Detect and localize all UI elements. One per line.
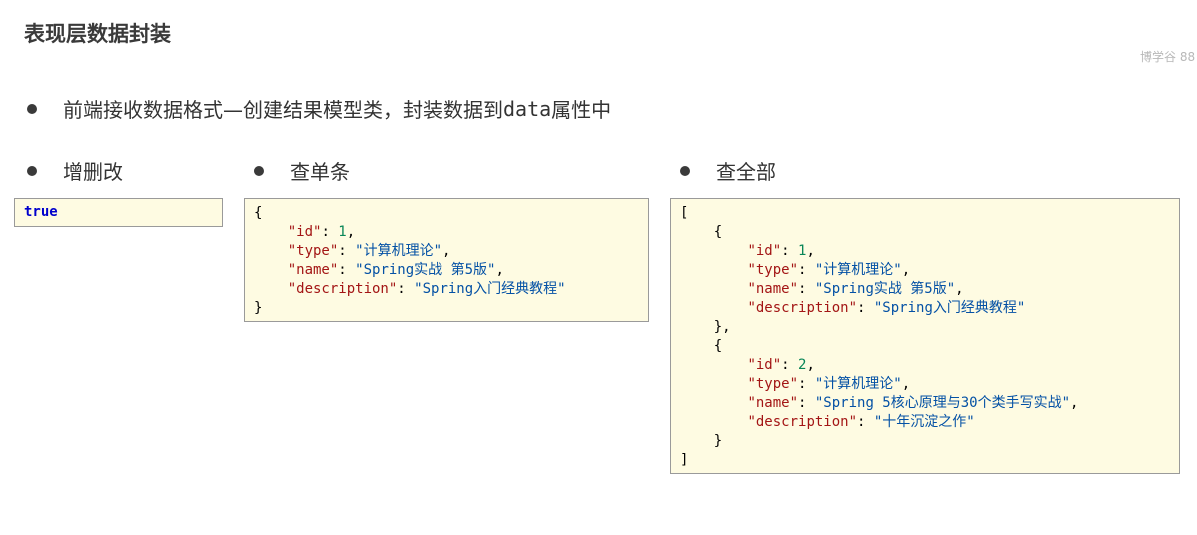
json-key: "description" <box>747 414 858 430</box>
single-field: "id": 1, <box>287 224 356 240</box>
json-value: "十年沉淀之作" <box>873 414 975 430</box>
bullet-dot-icon <box>254 165 264 176</box>
obj-close: }, <box>713 319 731 335</box>
heading-all: 查全部 <box>680 156 776 185</box>
heading-update-label: 增删改 <box>63 160 123 184</box>
obj-open: { <box>713 338 723 354</box>
single-field: "description": "Spring入门经典教程" <box>287 281 566 297</box>
bullet-dot-icon <box>27 103 37 114</box>
json-value: "Spring入门经典教程" <box>414 281 566 297</box>
update-code-box: true <box>14 198 223 227</box>
json-key: "id" <box>747 243 782 259</box>
json-value: "计算机理论" <box>814 376 902 392</box>
single-field: "type": "计算机理论", <box>287 243 451 259</box>
json-sep: , <box>901 376 911 392</box>
single-code-box: { "id": 1, "type": "计算机理论", "name": "Spr… <box>244 198 649 322</box>
intro-prefix: 前端接收数据格式—创建结果模型类，封装数据到 <box>63 98 503 122</box>
obj-close: } <box>713 433 723 449</box>
json-value: "Spring入门经典教程" <box>873 300 1026 316</box>
json-value: "计算机理论" <box>355 243 443 259</box>
all-field: "id": 1, <box>747 243 815 259</box>
heading-all-label: 查全部 <box>716 160 776 184</box>
json-key: "id" <box>287 224 322 240</box>
json-sep: , <box>346 224 356 240</box>
json-value: "Spring实战 第5版" <box>355 262 496 278</box>
all-close: ] <box>680 452 689 468</box>
all-field: "type": "计算机理论", <box>747 376 911 392</box>
json-key: "name" <box>747 395 799 411</box>
heading-single-label: 查单条 <box>290 160 350 184</box>
json-key: "type" <box>747 262 799 278</box>
json-sep: , <box>901 262 911 278</box>
page-title: 表现层数据封装 <box>24 22 171 46</box>
bullet-dot-icon <box>27 165 37 176</box>
obj-open: { <box>713 224 723 240</box>
single-field: "name": "Spring实战 第5版", <box>287 262 504 278</box>
bullet-dot-icon <box>680 165 690 176</box>
json-key: "name" <box>287 262 339 278</box>
json-value: "Spring 5核心原理与30个类手写实战" <box>814 395 1071 411</box>
all-field: "description": "十年沉淀之作" <box>747 414 975 430</box>
heading-single: 查单条 <box>254 156 350 185</box>
json-value: 1 <box>338 224 347 240</box>
all-field: "description": "Spring入门经典教程" <box>747 300 1026 316</box>
intro-line: 前端接收数据格式—创建结果模型类，封装数据到 data 属性中 <box>27 94 611 123</box>
heading-update: 增删改 <box>27 156 123 185</box>
all-field: "name": "Spring 5核心原理与30个类手写实战", <box>747 395 1079 411</box>
watermark: 博学谷 88 <box>1140 50 1196 64</box>
all-code-box: [ { "id": 1, "type": "计算机理论", "name": "S… <box>670 198 1180 474</box>
update-value: true <box>24 204 58 220</box>
json-sep: , <box>1070 395 1079 411</box>
json-sep: , <box>806 357 815 373</box>
all-open: [ <box>680 205 689 221</box>
all-field: "id": 2, <box>747 357 815 373</box>
intro-code: data <box>503 96 552 121</box>
json-sep: , <box>442 243 451 259</box>
json-key: "name" <box>747 281 799 297</box>
json-key: "type" <box>747 376 799 392</box>
json-key: "id" <box>747 357 782 373</box>
json-key: "description" <box>287 281 398 297</box>
all-field: "name": "Spring实战 第5版", <box>747 281 964 297</box>
intro-suffix: 属性中 <box>551 98 612 122</box>
all-field: "type": "计算机理论", <box>747 262 911 278</box>
json-sep: , <box>806 243 815 259</box>
single-close: } <box>254 300 263 316</box>
single-open: { <box>254 205 263 221</box>
json-value: "计算机理论" <box>814 262 902 278</box>
json-value: "Spring实战 第5版" <box>814 281 956 297</box>
json-sep: , <box>495 262 504 278</box>
json-sep: , <box>955 281 964 297</box>
json-key: "description" <box>747 300 858 316</box>
json-key: "type" <box>287 243 339 259</box>
